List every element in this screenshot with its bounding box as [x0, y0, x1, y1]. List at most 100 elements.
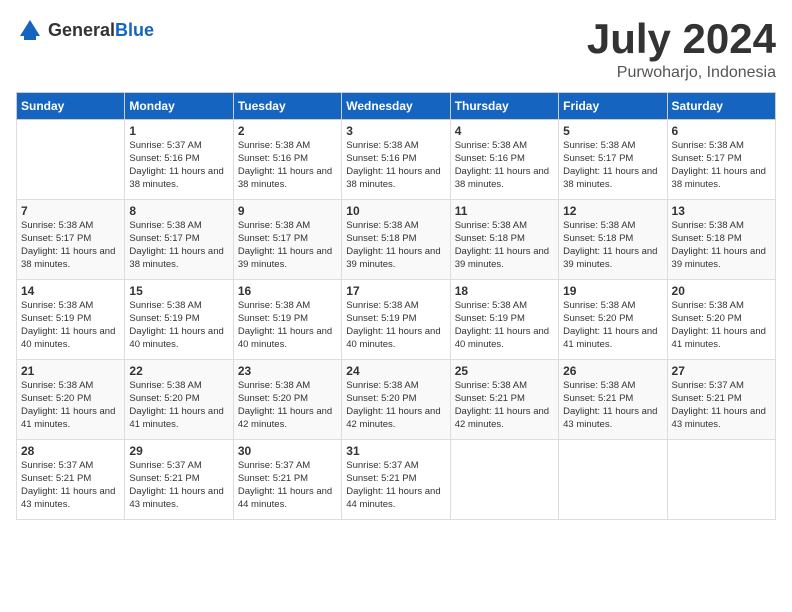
day-info: Sunrise: 5:38 AM Sunset: 5:18 PM Dayligh… [346, 220, 445, 271]
day-info: Sunrise: 5:38 AM Sunset: 5:20 PM Dayligh… [563, 300, 662, 351]
day-number: 19 [563, 284, 662, 298]
calendar-week-row: 14 Sunrise: 5:38 AM Sunset: 5:19 PM Dayli… [17, 280, 776, 360]
header-sunday: Sunday [17, 93, 125, 120]
day-number: 23 [238, 364, 337, 378]
logo-text-blue: Blue [115, 20, 154, 40]
day-number: 10 [346, 204, 445, 218]
day-number: 24 [346, 364, 445, 378]
day-info: Sunrise: 5:38 AM Sunset: 5:19 PM Dayligh… [455, 300, 554, 351]
day-number: 27 [672, 364, 771, 378]
day-info: Sunrise: 5:38 AM Sunset: 5:19 PM Dayligh… [21, 300, 120, 351]
day-info: Sunrise: 5:38 AM Sunset: 5:16 PM Dayligh… [238, 140, 337, 191]
calendar-cell [17, 120, 125, 200]
calendar-cell: 8 Sunrise: 5:38 AM Sunset: 5:17 PM Daylig… [125, 200, 233, 280]
day-number: 30 [238, 444, 337, 458]
page-header: GeneralBlue July 2024 Purwoharjo, Indone… [16, 16, 776, 82]
calendar-cell: 17 Sunrise: 5:38 AM Sunset: 5:19 PM Dayli… [342, 280, 450, 360]
header-wednesday: Wednesday [342, 93, 450, 120]
calendar-cell: 5Sunrise: 5:38 AM Sunset: 5:17 PM Daylig… [559, 120, 667, 200]
calendar-week-row: 28 Sunrise: 5:37 AM Sunset: 5:21 PM Dayli… [17, 440, 776, 520]
day-number: 16 [238, 284, 337, 298]
logo-text-general: General [48, 20, 115, 40]
day-info: Sunrise: 5:38 AM Sunset: 5:18 PM Dayligh… [672, 220, 771, 271]
day-info: Sunrise: 5:37 AM Sunset: 5:21 PM Dayligh… [346, 460, 445, 511]
calendar-week-row: 1 Sunrise: 5:37 AM Sunset: 5:16 PM Daylig… [17, 120, 776, 200]
day-info: Sunrise: 5:38 AM Sunset: 5:20 PM Dayligh… [129, 380, 228, 431]
day-number: 20 [672, 284, 771, 298]
day-info: Sunrise: 5:37 AM Sunset: 5:16 PM Dayligh… [129, 140, 228, 191]
day-number: 26 [563, 364, 662, 378]
day-number: 17 [346, 284, 445, 298]
calendar-cell: 23 Sunrise: 5:38 AM Sunset: 5:20 PM Dayli… [233, 360, 341, 440]
day-info: Sunrise: 5:38 AM Sunset: 5:20 PM Dayligh… [672, 300, 771, 351]
calendar-cell: 6 Sunrise: 5:38 AM Sunset: 5:17 PM Daylig… [667, 120, 775, 200]
day-number: 29 [129, 444, 228, 458]
calendar-cell [667, 440, 775, 520]
day-info: Sunrise: 5:38 AM Sunset: 5:18 PM Dayligh… [563, 220, 662, 271]
header-thursday: Thursday [450, 93, 558, 120]
calendar-cell: 16 Sunrise: 5:38 AM Sunset: 5:19 PM Dayli… [233, 280, 341, 360]
day-info: Sunrise: 5:38 AM Sunset: 5:17 PM Dayligh… [672, 140, 771, 191]
logo-icon [16, 16, 44, 44]
day-number: 22 [129, 364, 228, 378]
calendar-cell: 9Sunrise: 5:38 AM Sunset: 5:17 PM Daylig… [233, 200, 341, 280]
day-info: Sunrise: 5:38 AM Sunset: 5:17 PM Dayligh… [238, 220, 337, 271]
calendar-cell: 30 Sunrise: 5:37 AM Sunset: 5:21 PM Dayli… [233, 440, 341, 520]
calendar-cell: 15Sunrise: 5:38 AM Sunset: 5:19 PM Dayli… [125, 280, 233, 360]
day-number: 7 [21, 204, 120, 218]
header-monday: Monday [125, 93, 233, 120]
calendar-week-row: 7 Sunrise: 5:38 AM Sunset: 5:17 PM Daylig… [17, 200, 776, 280]
day-info: Sunrise: 5:38 AM Sunset: 5:20 PM Dayligh… [21, 380, 120, 431]
day-number: 21 [21, 364, 120, 378]
day-info: Sunrise: 5:38 AM Sunset: 5:16 PM Dayligh… [346, 140, 445, 191]
day-number: 14 [21, 284, 120, 298]
calendar-cell: 27 Sunrise: 5:37 AM Sunset: 5:21 PM Dayli… [667, 360, 775, 440]
day-info: Sunrise: 5:38 AM Sunset: 5:17 PM Dayligh… [563, 140, 662, 191]
calendar-cell: 21 Sunrise: 5:38 AM Sunset: 5:20 PM Dayli… [17, 360, 125, 440]
calendar-cell: 10 Sunrise: 5:38 AM Sunset: 5:18 PM Dayli… [342, 200, 450, 280]
calendar-cell: 22 Sunrise: 5:38 AM Sunset: 5:20 PM Dayli… [125, 360, 233, 440]
calendar-cell: 20 Sunrise: 5:38 AM Sunset: 5:20 PM Dayli… [667, 280, 775, 360]
month-year-title: July 2024 [587, 16, 776, 62]
day-number: 8 [129, 204, 228, 218]
day-info: Sunrise: 5:38 AM Sunset: 5:21 PM Dayligh… [563, 380, 662, 431]
calendar-cell: 31Sunrise: 5:37 AM Sunset: 5:21 PM Dayli… [342, 440, 450, 520]
calendar-cell: 28 Sunrise: 5:37 AM Sunset: 5:21 PM Dayli… [17, 440, 125, 520]
day-info: Sunrise: 5:38 AM Sunset: 5:17 PM Dayligh… [129, 220, 228, 271]
day-info: Sunrise: 5:37 AM Sunset: 5:21 PM Dayligh… [21, 460, 120, 511]
calendar-cell: 12Sunrise: 5:38 AM Sunset: 5:18 PM Dayli… [559, 200, 667, 280]
day-number: 11 [455, 204, 554, 218]
location-subtitle: Purwoharjo, Indonesia [587, 64, 776, 82]
header-tuesday: Tuesday [233, 93, 341, 120]
calendar-cell: 4 Sunrise: 5:38 AM Sunset: 5:16 PM Daylig… [450, 120, 558, 200]
day-info: Sunrise: 5:38 AM Sunset: 5:19 PM Dayligh… [238, 300, 337, 351]
calendar-cell: 2 Sunrise: 5:38 AM Sunset: 5:16 PM Daylig… [233, 120, 341, 200]
header-friday: Friday [559, 93, 667, 120]
day-info: Sunrise: 5:38 AM Sunset: 5:16 PM Dayligh… [455, 140, 554, 191]
day-info: Sunrise: 5:38 AM Sunset: 5:20 PM Dayligh… [346, 380, 445, 431]
day-number: 25 [455, 364, 554, 378]
day-number: 1 [129, 124, 228, 138]
day-info: Sunrise: 5:37 AM Sunset: 5:21 PM Dayligh… [129, 460, 228, 511]
day-number: 13 [672, 204, 771, 218]
calendar-week-row: 21 Sunrise: 5:38 AM Sunset: 5:20 PM Dayli… [17, 360, 776, 440]
day-number: 4 [455, 124, 554, 138]
day-number: 28 [21, 444, 120, 458]
header-saturday: Saturday [667, 93, 775, 120]
day-info: Sunrise: 5:38 AM Sunset: 5:19 PM Dayligh… [129, 300, 228, 351]
calendar-cell: 25Sunrise: 5:38 AM Sunset: 5:21 PM Dayli… [450, 360, 558, 440]
calendar-cell: 29 Sunrise: 5:37 AM Sunset: 5:21 PM Dayli… [125, 440, 233, 520]
calendar-table: SundayMondayTuesdayWednesdayThursdayFrid… [16, 92, 776, 520]
day-info: Sunrise: 5:37 AM Sunset: 5:21 PM Dayligh… [672, 380, 771, 431]
calendar-cell: 13 Sunrise: 5:38 AM Sunset: 5:18 PM Dayli… [667, 200, 775, 280]
day-number: 3 [346, 124, 445, 138]
calendar-cell: 24 Sunrise: 5:38 AM Sunset: 5:20 PM Dayli… [342, 360, 450, 440]
day-number: 2 [238, 124, 337, 138]
day-info: Sunrise: 5:37 AM Sunset: 5:21 PM Dayligh… [238, 460, 337, 511]
day-info: Sunrise: 5:38 AM Sunset: 5:18 PM Dayligh… [455, 220, 554, 271]
day-info: Sunrise: 5:38 AM Sunset: 5:19 PM Dayligh… [346, 300, 445, 351]
day-number: 6 [672, 124, 771, 138]
calendar-cell: 7Sunrise: 5:38 AM Sunset: 5:17 PM Daylig… [17, 200, 125, 280]
day-info: Sunrise: 5:38 AM Sunset: 5:20 PM Dayligh… [238, 380, 337, 431]
logo: GeneralBlue [16, 16, 154, 44]
